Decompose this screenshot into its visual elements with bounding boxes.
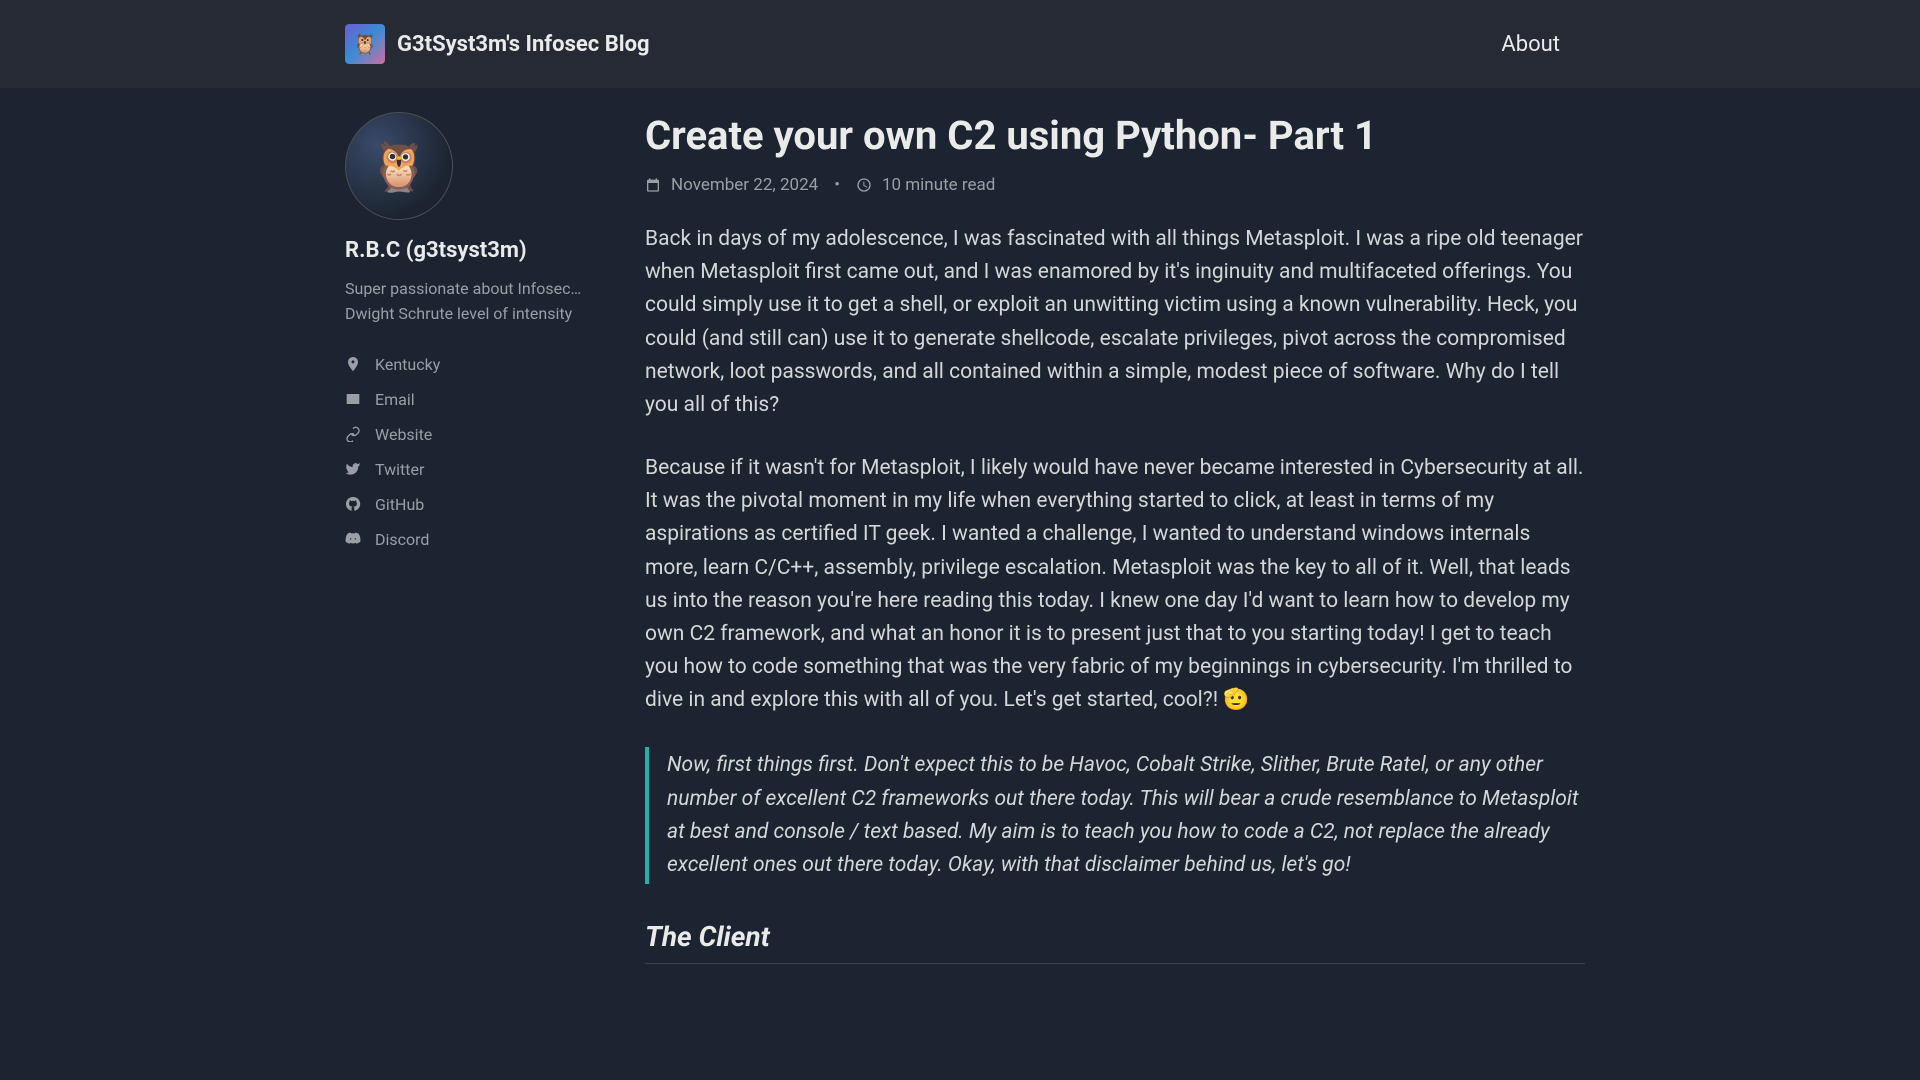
mail-icon (345, 391, 361, 407)
discord-link[interactable]: Discord (345, 522, 605, 557)
article-meta: November 22, 2024 • 10 minute read (645, 175, 1585, 195)
location-row: Kentucky (345, 347, 605, 382)
site-title: G3tSyst3m's Infosec Blog (397, 32, 650, 57)
website-label: Website (375, 425, 432, 444)
github-label: GitHub (375, 495, 424, 514)
paragraph-1: Back in days of my adolescence, I was fa… (645, 223, 1585, 422)
article: Create your own C2 using Python- Part 1 … (645, 112, 1585, 964)
article-date: November 22, 2024 (671, 175, 818, 195)
pin-icon (345, 356, 361, 372)
location-label: Kentucky (375, 355, 440, 374)
discord-label: Discord (375, 530, 429, 549)
author-bio: Super passionate about Infosec… Dwight S… (345, 277, 605, 327)
website-link[interactable]: Website (345, 417, 605, 452)
link-icon (345, 426, 361, 442)
owl-logo-icon: 🦉 (345, 24, 385, 64)
disclaimer-quote: Now, first things first. Don't expect th… (645, 747, 1585, 884)
email-link[interactable]: Email (345, 382, 605, 417)
quote-text: Now, first things first. Don't expect th… (667, 749, 1585, 882)
twitter-link[interactable]: Twitter (345, 452, 605, 487)
github-icon (345, 496, 361, 512)
github-link[interactable]: GitHub (345, 487, 605, 522)
email-label: Email (375, 390, 415, 409)
twitter-icon (345, 461, 361, 477)
author-name: R.B.C (g3tsyst3m) (345, 238, 605, 263)
nav-about-link[interactable]: About (1501, 32, 1560, 57)
section-heading-client: The Client (645, 920, 1585, 953)
discord-icon (345, 531, 361, 547)
section-divider (645, 963, 1585, 964)
clock-icon (856, 177, 872, 193)
site-brand[interactable]: 🦉 G3tSyst3m's Infosec Blog (345, 24, 650, 64)
article-readtime: 10 minute read (882, 175, 995, 195)
meta-separator: • (834, 175, 840, 195)
paragraph-2: Because if it wasn't for Metasploit, I l… (645, 452, 1585, 717)
twitter-label: Twitter (375, 460, 424, 479)
author-links: Kentucky Email Website Twitter (345, 347, 605, 557)
author-avatar[interactable]: 🦉 (345, 112, 453, 220)
site-header: 🦉 G3tSyst3m's Infosec Blog About (0, 0, 1920, 88)
article-title: Create your own C2 using Python- Part 1 (645, 112, 1585, 159)
author-sidebar: 🦉 R.B.C (g3tsyst3m) Super passionate abo… (345, 112, 605, 964)
calendar-icon (645, 177, 661, 193)
